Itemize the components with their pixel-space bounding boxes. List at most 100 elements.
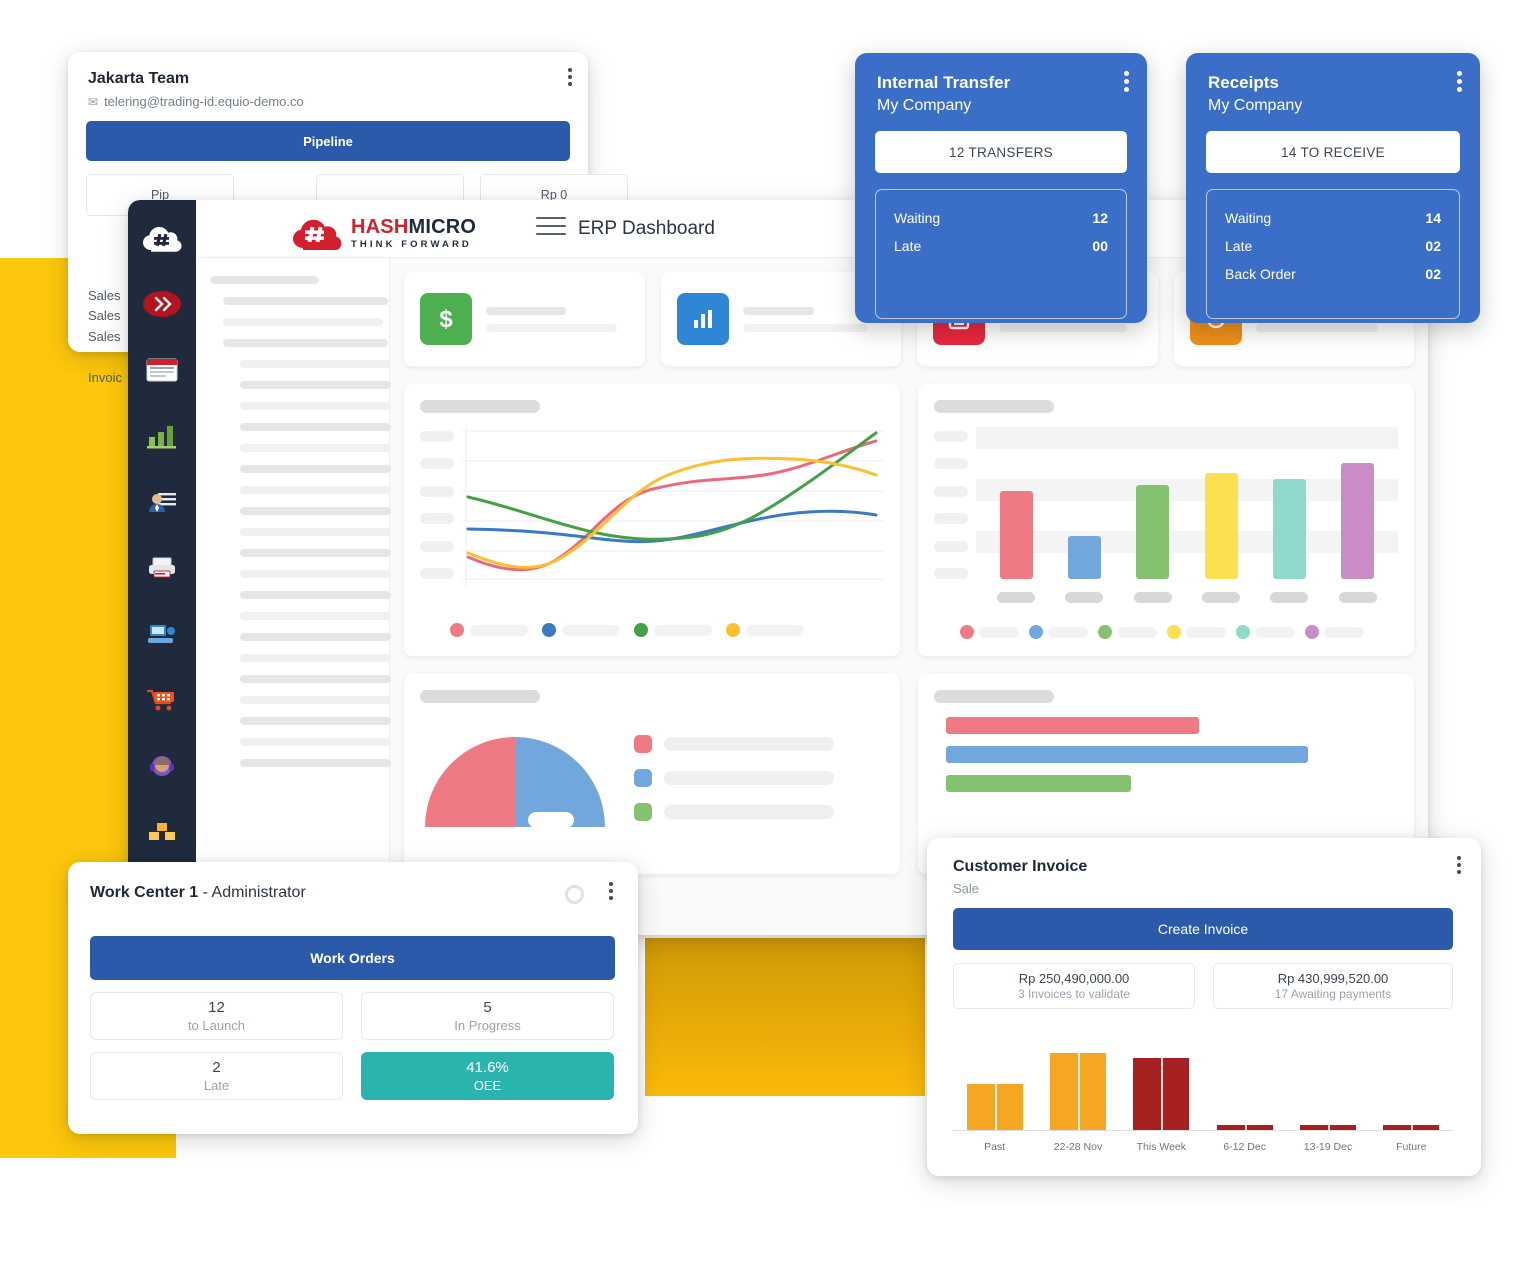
pie-chart-title-placeholder: [420, 690, 540, 703]
tile-label: In Progress: [454, 1018, 521, 1033]
pos-terminal-icon[interactable]: [142, 614, 182, 654]
internal-transfer-title: Internal Transfer: [877, 73, 1011, 92]
invoice-aging-chart: Past 22-28 Nov This Week 6-12 Dec 13-19 …: [953, 1033, 1453, 1153]
inventory-blocks-icon[interactable]: [142, 812, 182, 852]
amount-awaiting-payment[interactable]: Rp 430,999,520.00 17 Awaiting payments: [1213, 963, 1453, 1009]
jakarta-kebab-menu-icon[interactable]: [568, 68, 572, 86]
customer-invoice-card: Customer Invoice Sale Create Invoice Rp …: [927, 838, 1481, 1176]
erp-list-pane: [196, 258, 392, 935]
stat-value: 02: [1425, 266, 1441, 282]
brand-micro: MICRO: [408, 215, 477, 238]
brand-hash: HASH: [351, 215, 409, 238]
tile-label: to Launch: [187, 1018, 246, 1033]
status-ring-icon[interactable]: [565, 885, 584, 904]
invoice-bar-col: [1370, 1033, 1453, 1131]
screenshot-stage: Jakarta Team ✉ telering@trading-id.equio…: [0, 0, 1515, 1261]
tile-value: 5: [483, 999, 492, 1016]
page-title: ERP Dashboard: [578, 218, 715, 239]
to-receive-button[interactable]: 14 TO RECEIVE: [1206, 131, 1460, 173]
bar-chart-title-placeholder: [934, 400, 1054, 413]
erp-content: $: [196, 258, 1428, 935]
internal-transfer-kebab-menu-icon[interactable]: [1124, 71, 1129, 92]
hashmicro-logo: HASHMICRO THINK FORWARD: [292, 216, 476, 250]
x-label: Past: [984, 1141, 1006, 1153]
x-label: 13-19 Dec: [1303, 1141, 1353, 1153]
internal-transfer-card: Internal Transfer My Company 12 TRANSFER…: [855, 53, 1147, 323]
contacts-icon[interactable]: [142, 482, 182, 522]
line-chart-y-labels: [420, 427, 462, 597]
pie-chart-card: [404, 674, 900, 874]
bar-chart-legend: [934, 625, 1398, 639]
receipts-kebab-menu-icon[interactable]: [1457, 71, 1462, 92]
jakarta-row-label-1: Sales: [88, 288, 121, 303]
x-label: 6-12 Dec: [1223, 1141, 1266, 1153]
create-invoice-button[interactable]: Create Invoice: [953, 908, 1453, 950]
invoice-bar-col: [1036, 1033, 1119, 1132]
work-orders-button[interactable]: Work Orders: [90, 936, 615, 980]
line-chart-legend: [420, 623, 884, 637]
work-center-tile-to-launch[interactable]: 12 to Launch: [90, 992, 343, 1040]
stat-value: 12: [1092, 210, 1108, 226]
stat-label: Waiting: [1225, 210, 1272, 226]
amount-caption: 3 Invoices to validate: [1017, 987, 1131, 1001]
work-center-tile-late[interactable]: 2 Late: [90, 1052, 343, 1100]
x-label: Future: [1396, 1141, 1427, 1153]
stat-value: 00: [1092, 238, 1108, 254]
work-center-card: Work Center 1 - Administrator Work Order…: [68, 862, 638, 1134]
stat-row: Back Order 02: [1225, 260, 1441, 288]
customer-invoice-title: Customer Invoice: [953, 858, 1088, 875]
bar-chart-icon: [676, 293, 729, 345]
double-chevron-right-icon[interactable]: [142, 284, 182, 324]
internal-transfer-company: My Company: [877, 97, 972, 114]
receipts-title: Receipts: [1208, 73, 1279, 92]
bar-chart-icon[interactable]: [142, 416, 182, 456]
pie-chart-plot: [425, 737, 605, 828]
work-center-subtitle: - Administrator: [202, 884, 306, 901]
amount-to-validate[interactable]: Rp 250,490,000.00 3 Invoices to validate: [953, 963, 1195, 1009]
tile-label: OEE: [473, 1078, 502, 1093]
customer-invoice-subtitle: Sale: [953, 881, 980, 896]
line-chart-card: [404, 384, 900, 656]
support-agent-icon[interactable]: [142, 746, 182, 786]
work-center-tile-in-progress[interactable]: 5 In Progress: [361, 992, 614, 1040]
stat-value: 14: [1425, 210, 1441, 226]
invoice-bar-col: [1203, 1033, 1286, 1131]
bar-chart-x-labels: [976, 592, 1398, 603]
stat-row: Late 02: [1225, 232, 1441, 260]
work-center-tile-oee[interactable]: 41.6% OEE: [361, 1052, 614, 1100]
jakarta-row-label-3: Sales: [88, 329, 121, 344]
work-center-title: Work Center 1: [90, 884, 199, 901]
tile-value: 12: [208, 999, 225, 1016]
amount-value: Rp 250,490,000.00: [1018, 971, 1130, 986]
newspaper-icon[interactable]: [142, 350, 182, 390]
stat-value: 02: [1425, 238, 1441, 254]
jakarta-row-label-4: Invoic: [88, 370, 122, 385]
stat-label: Back Order: [1225, 266, 1296, 282]
erp-dashboard-panel: $: [390, 258, 1428, 935]
line-chart-title-placeholder: [420, 400, 540, 413]
invoice-bar-col: [1120, 1033, 1203, 1131]
work-center-kebab-menu-icon[interactable]: [609, 882, 613, 900]
invoice-chart-baseline: [953, 1130, 1453, 1131]
hashmicro-cloud-icon: [293, 219, 342, 250]
amount-caption: 17 Awaiting payments: [1274, 987, 1392, 1001]
dollar-icon: $: [420, 293, 472, 345]
x-label: 22-28 Nov: [1053, 1141, 1103, 1153]
pipeline-button[interactable]: Pipeline: [86, 121, 570, 161]
jakarta-row-label-2: Sales: [88, 308, 121, 323]
pie-chart-legend: [634, 717, 884, 821]
svg-text:$: $: [439, 306, 453, 333]
shopping-cart-icon[interactable]: [142, 680, 182, 720]
hamburger-menu-icon[interactable]: [536, 217, 566, 241]
kpi-card-revenue[interactable]: $: [404, 272, 645, 366]
amount-value: Rp 430,999,520.00: [1277, 971, 1389, 986]
internal-transfer-stats: Waiting 12 Late 00: [875, 189, 1127, 319]
bar-chart-y-labels: [934, 427, 976, 607]
jakarta-team-email: telering@trading-id.equio-demo.co: [104, 94, 304, 109]
stat-row: Waiting 12: [894, 204, 1108, 232]
transfers-button[interactable]: 12 TRANSFERS: [875, 131, 1127, 173]
stat-row: Late 00: [894, 232, 1108, 260]
receipts-company: My Company: [1208, 97, 1303, 114]
customer-invoice-kebab-menu-icon[interactable]: [1457, 856, 1461, 874]
printer-icon[interactable]: [142, 548, 182, 588]
